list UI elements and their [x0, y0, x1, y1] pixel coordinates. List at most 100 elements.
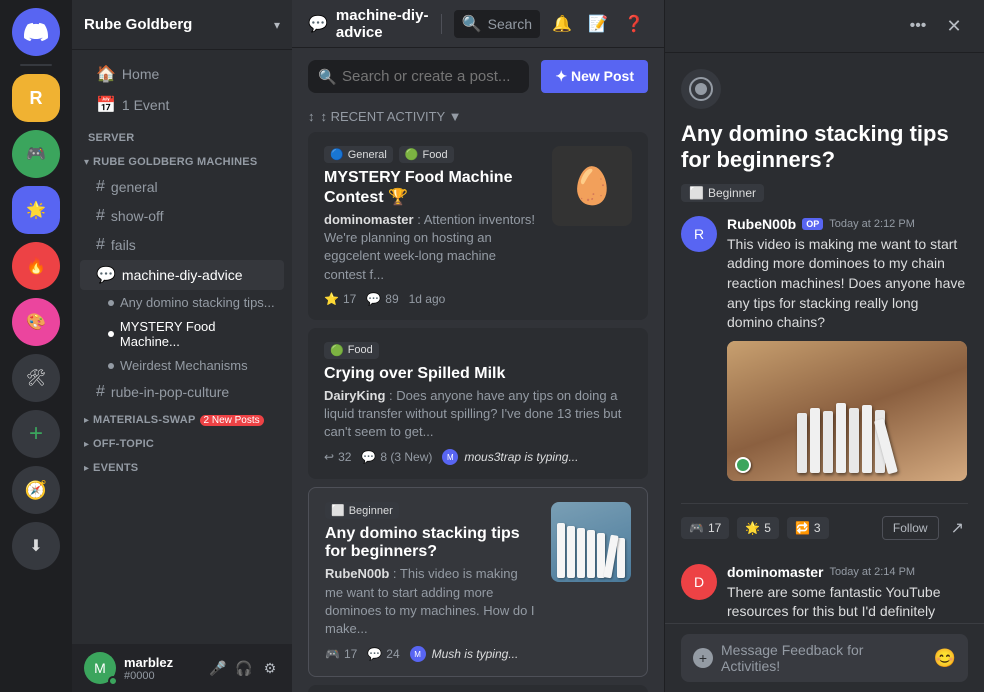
post-tags: 🟢 Food [324, 342, 632, 359]
reaction-button-3[interactable]: 🔁 3 [787, 517, 829, 539]
reply-count: 💬 89 [366, 292, 398, 306]
message-body: RubeN00b OP Today at 2:12 PM This video … [727, 216, 968, 481]
sidebar-item-show-off[interactable]: # show-off [80, 202, 284, 230]
add-server-button[interactable]: + [12, 410, 60, 458]
tag-icon: 🔵 [330, 148, 344, 161]
emoji-button[interactable]: 😊 [934, 648, 956, 669]
post-detail-tag: ⬜ Beginner [681, 184, 764, 202]
sidebar-item-events[interactable]: 📅 1 Event [80, 90, 284, 120]
deafen-button[interactable]: 🎧 [234, 658, 254, 678]
search-post-icon: 🔍 [318, 68, 337, 86]
help-button[interactable]: ❓ [620, 10, 648, 38]
tag-icon-2: 🟢 [405, 148, 419, 161]
reaction-button-2[interactable]: 🌟 5 [737, 517, 779, 539]
server-chevron-icon: ▾ [274, 18, 280, 32]
message-header-2: dominomaster Today at 2:14 PM [727, 564, 968, 580]
main-content: 💬 machine-diy-advice 🔍 Search 🔔 📝 ❓ 🔍 ✦ … [292, 0, 664, 692]
section-group-off-topic[interactable]: ▸ OFF-TOPIC [72, 434, 292, 454]
message-body-2: dominomaster Today at 2:14 PM There are … [727, 564, 968, 623]
server-icon-2[interactable]: 🌟 [12, 186, 60, 234]
server-icon-3[interactable]: 🔥 [12, 242, 60, 290]
reply-count-3: 💬 24 [367, 647, 399, 661]
section-group-machines[interactable]: ▾ RUBE GOLDBERG MACHINES [72, 152, 292, 172]
hash-icon: # [96, 178, 105, 196]
user-settings-button[interactable]: ⚙ [260, 658, 280, 678]
close-panel-button[interactable]: ✕ [940, 12, 968, 40]
right-panel: ••• ✕ Any domino stacking tips for begin… [664, 0, 984, 692]
message-timestamp: Today at 2:12 PM [829, 218, 915, 230]
sidebar-item-rube-pop[interactable]: # rube-in-pop-culture [80, 378, 284, 406]
message-timestamp-2: Today at 2:14 PM [829, 566, 915, 578]
tag-icon-4: ⬜ [331, 504, 345, 517]
server-icon-4[interactable]: 🎨 [12, 298, 60, 346]
user-area: M marblez #0000 🎤 🎧 ⚙ [72, 644, 292, 692]
section-group-events[interactable]: ▸ EVENTS [72, 458, 292, 478]
share-button[interactable]: ↗ [947, 514, 968, 542]
post-meta-2: ↩ 32 💬 8 (3 New) M mous3trap is typing..… [324, 449, 632, 465]
message-avatar-2: D [681, 564, 717, 600]
post-meta: ⭐ 17 💬 89 1d ago [324, 292, 540, 306]
post-tag-food-2: 🟢 Food [324, 342, 379, 359]
reply-input-wrapper[interactable]: + Message Feedback for Activities! 😊 [681, 634, 968, 682]
post-preview-2: DairyKing : Does anyone have any tips on… [324, 387, 632, 442]
server-icons-bar: R 🎮 🌟 🔥 🎨 🛠 + 🧭 ⬇ [0, 0, 72, 692]
sidebar-item-general[interactable]: # general [80, 173, 284, 201]
rube-goldberg-server-icon[interactable]: R [12, 74, 60, 122]
list-item: R RubeN00b OP Today at 2:12 PM This vide… [681, 216, 968, 481]
post-tags: 🔵 General 🟢 Food [324, 146, 540, 163]
post-title-2: Crying over Spilled Milk [324, 365, 632, 383]
recent-activity-bar[interactable]: ↕ ↕ RECENT ACTIVITY ▼ [292, 105, 664, 132]
typing-avatar-2: M [410, 646, 426, 662]
reaction-button-1[interactable]: 🎮 17 [681, 517, 729, 539]
threads-button[interactable]: 📝 [584, 10, 612, 38]
section-group-materials[interactable]: ▸ materials-swap 2 New Posts [72, 410, 292, 430]
header-search[interactable]: 🔍 Search [454, 10, 540, 38]
header-divider [441, 14, 442, 34]
discord-home-icon[interactable] [12, 8, 60, 56]
server-icon-1[interactable]: 🎮 [12, 130, 60, 178]
table-row[interactable]: ⬜ Beginner Any domino stacking tips for … [308, 487, 648, 677]
user-controls: 🎤 🎧 ⚙ [208, 658, 280, 678]
reaction-3: 🎮 17 [325, 647, 357, 661]
more-options-button[interactable]: ••• [904, 12, 932, 40]
sidebar-sub-item-domino[interactable]: Any domino stacking tips... [80, 291, 284, 314]
message-text: This video is making me want to start ad… [727, 235, 968, 333]
download-app-icon[interactable]: ⬇ [12, 522, 60, 570]
typing-indicator-2: M Mush is typing... [410, 646, 519, 662]
post-content: 🟢 Food Crying over Spilled Milk DairyKin… [324, 342, 632, 466]
table-row[interactable]: 🔵 General 🟢 Food MYSTERY Food Machine Co… [308, 132, 648, 320]
post-reactions-bar: 🎮 17 🌟 5 🔁 3 Follow ↗ [681, 503, 968, 552]
post-meta-3: 🎮 17 💬 24 M Mush is typing... [325, 646, 539, 662]
typing-avatar: M [442, 449, 458, 465]
forum-detail-icon [681, 69, 721, 109]
channel-sidebar: Rube Goldberg ▾ 🏠 Home 📅 1 Event SERVER … [72, 0, 292, 692]
server-icon-5[interactable]: 🛠 [12, 354, 60, 402]
follow-button[interactable]: Follow [882, 516, 939, 540]
server-divider [20, 64, 52, 66]
search-placeholder: Search [488, 16, 532, 32]
sidebar-item-fails[interactable]: # fails [80, 231, 284, 259]
server-header[interactable]: Rube Goldberg ▾ [72, 0, 292, 50]
explore-servers-icon[interactable]: 🧭 [12, 466, 60, 514]
table-row[interactable]: 🟡 Materials Weirdest Mechanisms potatoba… [308, 685, 648, 692]
sidebar-sub-item-mystery[interactable]: MYSTERY Food Machine... [80, 315, 284, 353]
reaction-count: ⭐ 17 [324, 292, 356, 306]
notification-button[interactable]: 🔔 [548, 10, 576, 38]
post-detail-title: Any domino stacking tips for beginners? [681, 121, 968, 174]
sidebar-sub-item-weirdest[interactable]: Weirdest Mechanisms [80, 354, 284, 377]
recent-activity-label: ↕ RECENT ACTIVITY ▼ [321, 109, 462, 124]
mute-button[interactable]: 🎤 [208, 658, 228, 678]
reply-input-area: + Message Feedback for Activities! 😊 [665, 623, 984, 692]
add-message-button[interactable]: + [693, 648, 713, 668]
new-post-button[interactable]: ✦ New Post [541, 60, 648, 93]
post-thumbnail-3 [551, 502, 631, 582]
user-avatar: M [84, 652, 116, 684]
sidebar-item-machine-diy-advice[interactable]: 💬 machine-diy-advice [80, 260, 284, 290]
message-text-2: There are some fantastic YouTube resourc… [727, 583, 968, 623]
sidebar-item-home[interactable]: 🏠 Home [80, 59, 284, 89]
search-icon: 🔍 [462, 14, 482, 34]
reply-count-2: ↩ 32 [324, 450, 351, 464]
section-arrow-icon: ▾ [84, 157, 89, 168]
table-row[interactable]: 🟢 Food Crying over Spilled Milk DairyKin… [308, 328, 648, 480]
search-post-input[interactable] [308, 60, 529, 93]
